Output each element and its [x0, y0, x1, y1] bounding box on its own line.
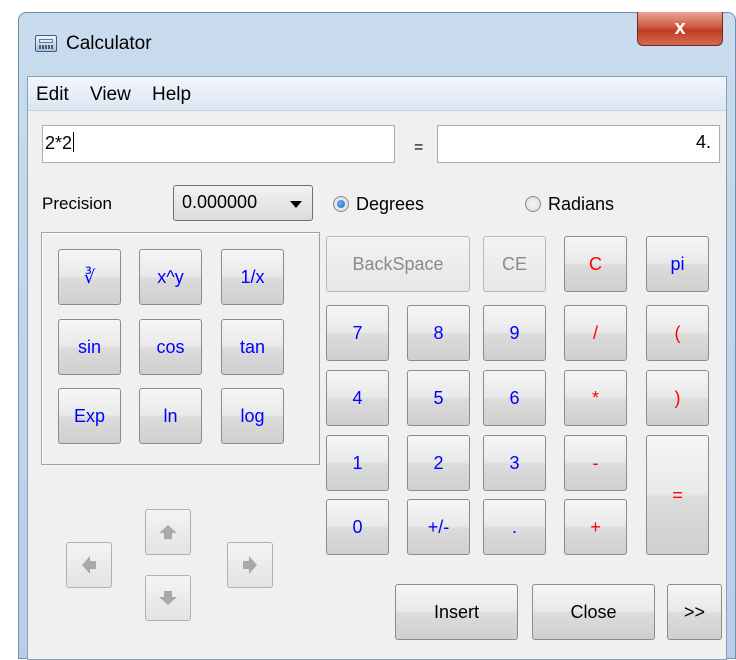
result-display: 4. [437, 125, 720, 163]
digit-7-button[interactable]: 7 [326, 305, 389, 361]
open-paren-button[interactable]: ( [646, 305, 709, 361]
degrees-label: Degrees [356, 194, 425, 214]
precision-label: Precision [42, 194, 112, 213]
digit-5-button[interactable]: 5 [407, 370, 470, 426]
equals-label: = [414, 139, 424, 156]
ce-button[interactable]: CE [483, 236, 546, 292]
power-button[interactable]: x^y [139, 249, 202, 305]
calculator-icon [35, 35, 57, 52]
cube-root-button[interactable]: ∛ [58, 249, 121, 305]
insert-button[interactable]: Insert [395, 584, 518, 640]
arrow-up-button[interactable] [145, 509, 191, 555]
expand-button[interactable]: >> [667, 584, 722, 640]
add-button[interactable]: + [564, 499, 627, 555]
menu-bar: Edit View Help [28, 77, 726, 111]
calculator-window: Calculator x Edit View Help 2*2 = 4. Pre… [18, 12, 736, 660]
menu-help[interactable]: Help [152, 84, 191, 106]
title-bar[interactable]: Calculator x [19, 12, 735, 65]
close-button[interactable]: Close [532, 584, 655, 640]
close-paren-button[interactable]: ) [646, 370, 709, 426]
calculator-body: Edit View Help 2*2 = 4. Precision 0.0000… [27, 76, 727, 660]
menu-view[interactable]: View [90, 84, 131, 106]
backspace-button[interactable]: BackSpace [326, 236, 470, 292]
radio-selected-icon [333, 196, 349, 212]
subtract-button[interactable]: - [564, 435, 627, 491]
digit-4-button[interactable]: 4 [326, 370, 389, 426]
radians-radio[interactable]: Radians [525, 194, 614, 215]
expression-input[interactable]: 2*2 [42, 125, 395, 163]
text-caret [73, 132, 75, 152]
arrow-left-icon [82, 556, 96, 574]
precision-select[interactable]: 0.000000 [173, 185, 313, 221]
exp-button[interactable]: Exp [58, 388, 121, 444]
equals-button[interactable]: = [646, 435, 709, 555]
cos-button[interactable]: cos [139, 319, 202, 375]
multiply-button[interactable]: * [564, 370, 627, 426]
arrow-up-icon [159, 525, 177, 539]
arrow-down-button[interactable] [145, 575, 191, 621]
arrow-right-icon [243, 556, 257, 574]
digit-6-button[interactable]: 6 [483, 370, 546, 426]
clear-button[interactable]: C [564, 236, 627, 292]
digit-9-button[interactable]: 9 [483, 305, 546, 361]
pi-button[interactable]: pi [646, 236, 709, 292]
decimal-button[interactable]: . [483, 499, 546, 555]
expression-text: 2*2 [45, 133, 73, 153]
reciprocal-button[interactable]: 1/x [221, 249, 284, 305]
sin-button[interactable]: sin [58, 319, 121, 375]
arrow-right-button[interactable] [227, 542, 273, 588]
ln-button[interactable]: ln [139, 388, 202, 444]
digit-2-button[interactable]: 2 [407, 435, 470, 491]
negate-button[interactable]: +/- [407, 499, 470, 555]
arrow-down-icon [159, 591, 177, 605]
log-button[interactable]: log [221, 388, 284, 444]
tan-button[interactable]: tan [221, 319, 284, 375]
digit-0-button[interactable]: 0 [326, 499, 389, 555]
close-icon[interactable]: x [637, 12, 723, 46]
radians-label: Radians [548, 194, 615, 214]
chevron-down-icon [290, 201, 302, 208]
digit-3-button[interactable]: 3 [483, 435, 546, 491]
divide-button[interactable]: / [564, 305, 627, 361]
window-title: Calculator [66, 33, 152, 54]
menu-edit[interactable]: Edit [36, 84, 69, 106]
degrees-radio[interactable]: Degrees [333, 194, 424, 215]
digit-8-button[interactable]: 8 [407, 305, 470, 361]
arrow-left-button[interactable] [66, 542, 112, 588]
precision-value: 0.000000 [182, 192, 258, 212]
radio-unselected-icon [525, 196, 541, 212]
digit-1-button[interactable]: 1 [326, 435, 389, 491]
